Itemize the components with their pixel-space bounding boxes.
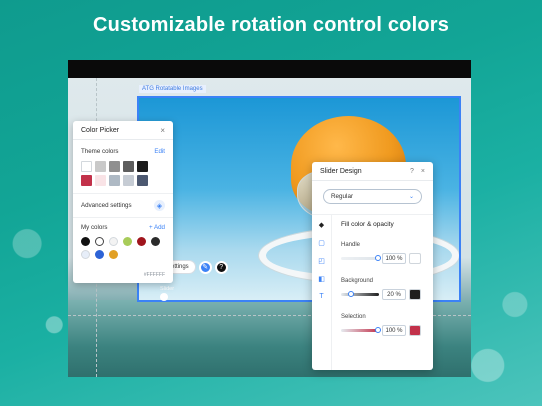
opacity-value-input[interactable]: 20 % [382, 289, 406, 300]
color-swatch-button[interactable] [409, 253, 421, 264]
color-swatch-button[interactable] [409, 325, 421, 336]
color-picker-header: Color Picker × [73, 121, 173, 140]
slider-design-header: Slider Design ? × [312, 162, 433, 181]
opacity-slider-handle[interactable] [347, 291, 354, 297]
field-label: Selection [341, 314, 366, 320]
theme-color-grid [73, 155, 173, 186]
my-colors-label: My colors [81, 224, 108, 231]
slider-design-title: Slider Design [320, 167, 362, 175]
add-color-button[interactable]: + Add [149, 224, 165, 231]
hex-value[interactable]: #FFFFFF [144, 272, 165, 278]
help-icon[interactable]: ? [410, 168, 414, 175]
theme-swatch[interactable] [109, 161, 120, 172]
fill-drop-icon[interactable]: ◆ [317, 220, 326, 229]
theme-swatch[interactable] [81, 161, 92, 172]
close-icon[interactable]: × [160, 126, 165, 135]
color-picker-panel: Color Picker × Theme colors Edit Advance… [73, 121, 173, 283]
slider-label: Slider [160, 286, 175, 292]
theme-swatch[interactable] [95, 175, 106, 186]
my-color-swatch[interactable] [81, 237, 90, 246]
fill-fields: Handle 100 % Background 20 % Selection 100 % [341, 242, 429, 336]
my-color-grid [73, 231, 173, 259]
my-color-swatch[interactable] [123, 237, 132, 246]
fill-section-title: Fill color & opacity [341, 221, 394, 228]
style-dropdown[interactable]: Regular ⌄ [323, 189, 422, 204]
style-dropdown-value: Regular [331, 193, 354, 200]
promo-headline: Customizable rotation control colors [92, 14, 450, 36]
border-icon[interactable]: ▢ [317, 238, 326, 247]
advanced-settings-label[interactable]: Advanced settings [81, 202, 132, 209]
theme-swatch[interactable] [123, 175, 134, 186]
opacity-value-input[interactable]: 100 % [382, 325, 406, 336]
opacity-slider[interactable] [341, 327, 381, 333]
my-color-swatch[interactable] [137, 237, 146, 246]
theme-swatch[interactable] [95, 161, 106, 172]
opacity-control: 20 % [341, 289, 429, 300]
field-label: Handle [341, 242, 361, 248]
field-label: Background [341, 278, 374, 284]
edit-theme-link[interactable]: Edit [154, 148, 165, 155]
opacity-control: 100 % [341, 253, 429, 264]
my-color-swatch[interactable] [151, 237, 160, 246]
close-icon[interactable]: × [421, 168, 425, 175]
editor-top-bar [68, 60, 471, 78]
opacity-slider[interactable] [341, 291, 379, 297]
theme-swatch[interactable] [137, 161, 148, 172]
chevron-down-icon: ⌄ [408, 194, 414, 200]
eyedropper-icon[interactable]: ◈ [154, 200, 165, 211]
opacity-slider-handle[interactable] [375, 327, 381, 333]
slider-handle[interactable] [160, 293, 168, 301]
theme-colors-label: Theme colors [81, 148, 119, 155]
theme-swatch[interactable] [137, 175, 148, 186]
my-color-swatch[interactable] [109, 250, 118, 259]
theme-swatch[interactable] [81, 175, 92, 186]
my-color-swatch[interactable] [95, 250, 104, 259]
color-swatch-button[interactable] [409, 289, 421, 300]
my-color-swatch[interactable] [95, 237, 104, 246]
theme-swatch[interactable] [109, 175, 120, 186]
color-picker-title: Color Picker [81, 126, 120, 134]
widget-name-tag[interactable]: ATG Rotatable Images [139, 85, 206, 93]
slider-design-body: ◆ ▢ ◰ ◧ T Fill color & opacity Handle 100… [312, 214, 433, 370]
help-icon[interactable]: ? [214, 260, 228, 274]
corners-icon[interactable]: ◰ [317, 256, 326, 265]
design-side-rail: ◆ ▢ ◰ ◧ T [312, 215, 332, 370]
my-color-swatch[interactable] [81, 250, 90, 259]
design-pen-icon[interactable]: ✎ [198, 260, 212, 274]
opacity-value-input[interactable]: 100 % [382, 253, 406, 264]
opacity-slider-handle[interactable] [375, 255, 381, 261]
slider-design-panel: Slider Design ? × Regular ⌄ ◆ ▢ ◰ ◧ T Fi… [312, 162, 433, 370]
my-color-swatch[interactable] [109, 237, 118, 246]
text-icon[interactable]: T [317, 292, 326, 301]
opacity-slider[interactable] [341, 255, 381, 261]
opacity-control: 100 % [341, 325, 429, 336]
theme-swatch[interactable] [123, 161, 134, 172]
shadow-icon[interactable]: ◧ [317, 274, 326, 283]
